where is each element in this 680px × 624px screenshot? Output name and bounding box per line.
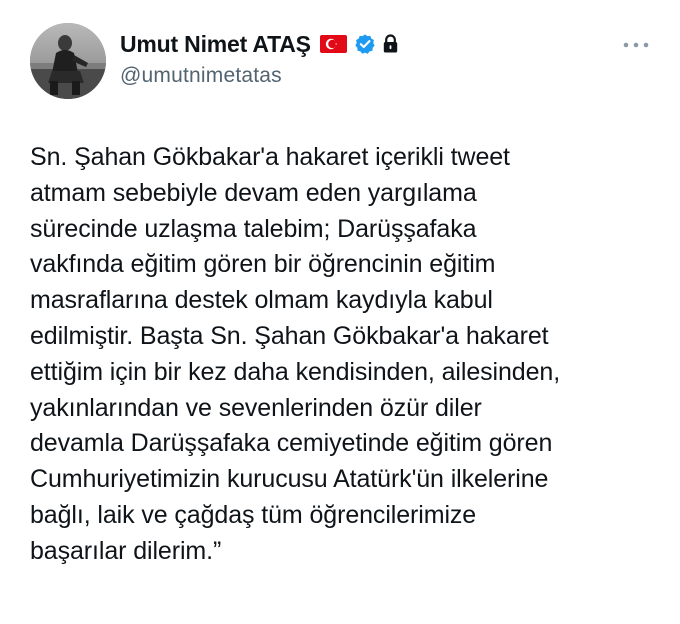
tweet-header: Umut Nimet ATAŞ @umutnimetatas xyxy=(120,30,660,100)
tweet-card: Umut Nimet ATAŞ @umutnimetatas Sn. Şahan… xyxy=(0,0,680,624)
name-row: Umut Nimet ATAŞ xyxy=(120,30,660,58)
turkey-flag-icon xyxy=(319,35,347,53)
avatar[interactable] xyxy=(30,23,106,99)
more-options-button[interactable] xyxy=(621,38,651,50)
user-handle[interactable]: @umutnimetatas xyxy=(120,64,660,88)
tweet-text: Sn. Şahan Gökbakar'a hakaret içerikli tw… xyxy=(30,143,561,565)
more-horizontal-icon xyxy=(623,42,649,48)
lock-icon xyxy=(382,34,399,54)
display-name[interactable]: Umut Nimet ATAŞ xyxy=(120,31,311,58)
profile-photo xyxy=(30,23,106,99)
verified-badge-icon[interactable] xyxy=(354,33,376,55)
